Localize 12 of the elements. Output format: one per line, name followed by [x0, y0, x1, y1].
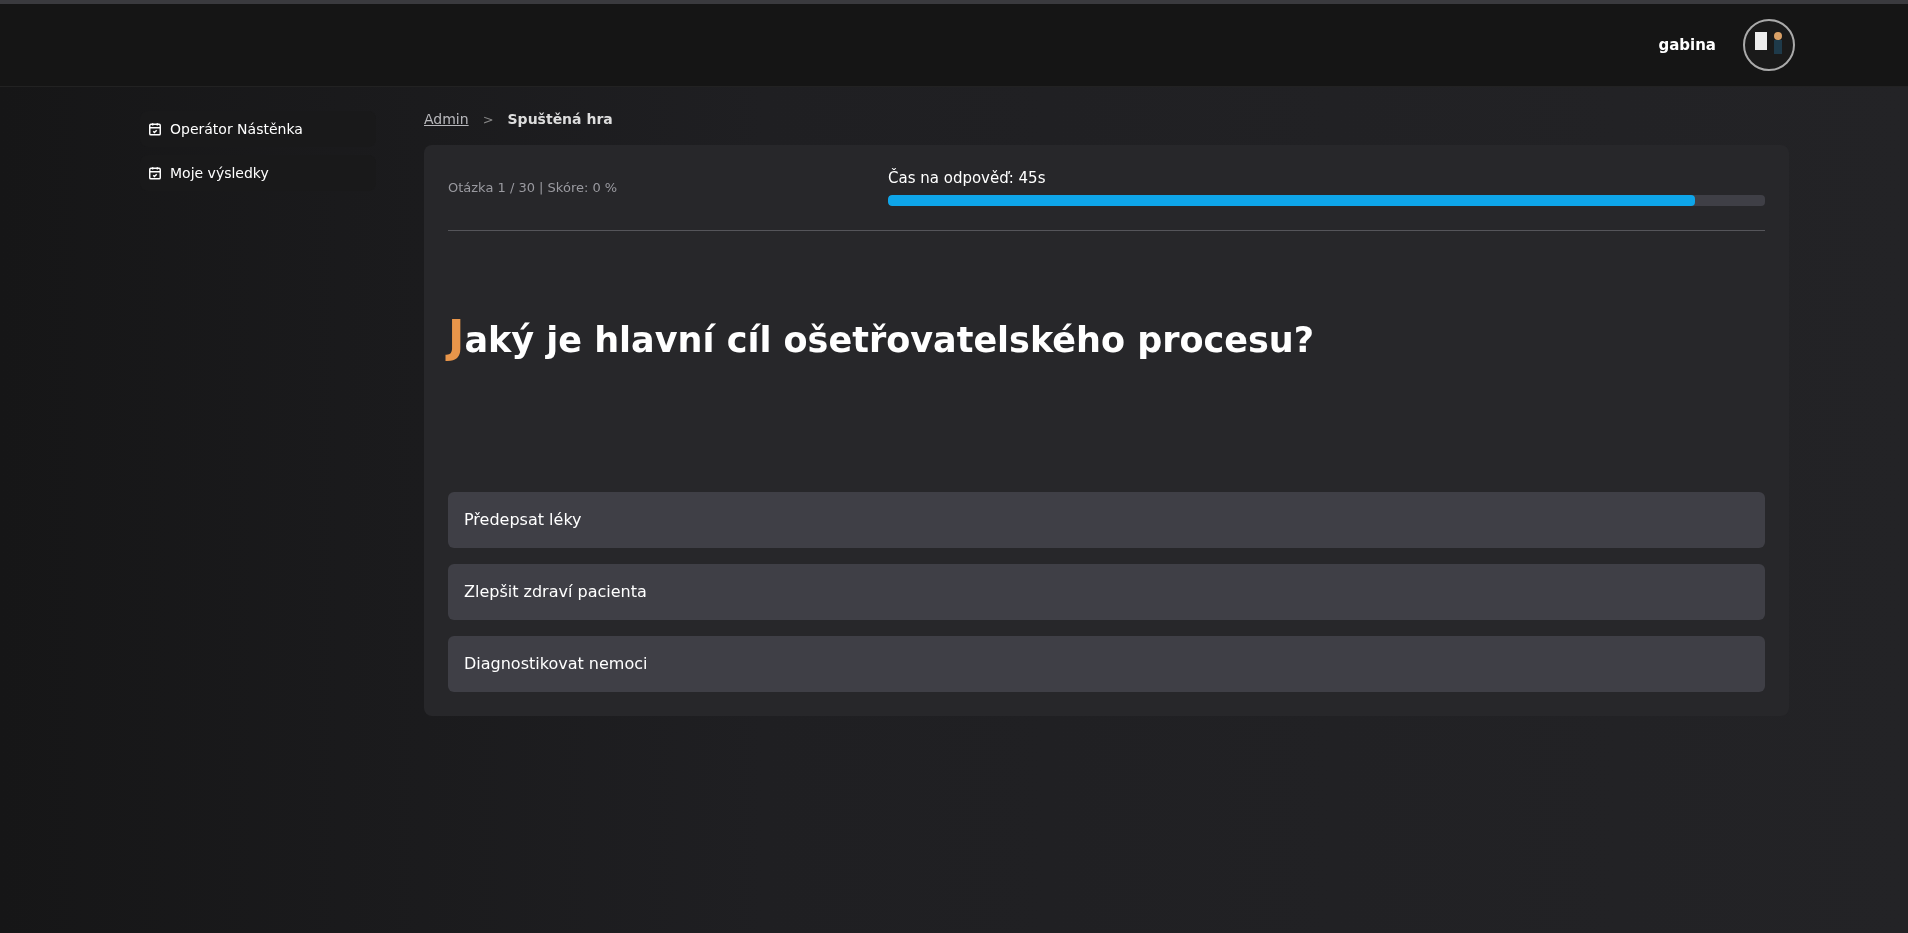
calendar-check-icon: [148, 166, 162, 180]
avatar-icon[interactable]: [1742, 18, 1796, 72]
timer-label: Čas na odpověď: 45s: [888, 169, 1047, 187]
question-status: Otázka 1 / 30 | Skóre: 0 %: [448, 180, 619, 195]
calendar-check-icon: [148, 122, 162, 136]
breadcrumb-separator: >: [482, 111, 494, 127]
breadcrumb-current: Spuštěná hra: [507, 111, 613, 127]
answer-option[interactable]: Zlepšit zdraví pacienta: [448, 563, 1765, 620]
answer-option[interactable]: Diagnostikovat nemoci: [448, 635, 1765, 692]
username: gabina: [1658, 36, 1716, 54]
answer-option[interactable]: Předepsat léky: [448, 491, 1765, 548]
breadcrumb-link[interactable]: Admin: [424, 111, 469, 127]
